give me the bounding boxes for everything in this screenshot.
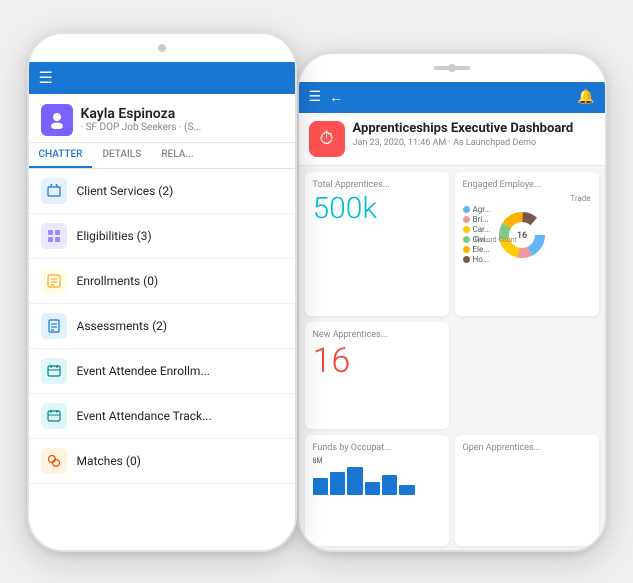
tab-chatter[interactable]: CHATTER xyxy=(29,143,93,168)
funds-card: Funds by Occupat... 8M xyxy=(305,435,449,546)
dashboard-subtitle: Jan 23, 2020, 11:46 AM · As Launchpad De… xyxy=(353,138,574,148)
crm-header: ☰ xyxy=(29,62,295,94)
funds-chart: 8M xyxy=(313,457,441,495)
funds-bar-row: 8M xyxy=(313,457,441,465)
legend-dot-2 xyxy=(463,226,470,233)
legend-dot-0 xyxy=(463,206,470,213)
legend-dot-5 xyxy=(463,256,470,263)
engaged-title: Engaged Employe... xyxy=(463,180,591,190)
phone-top-bar-back xyxy=(299,54,605,82)
legend-dot-4 xyxy=(463,246,470,253)
legend-label-2: Car... xyxy=(473,225,491,234)
open-apprentices-card: Open Apprentices... xyxy=(455,435,599,546)
tab-related[interactable]: RELA... xyxy=(151,143,203,168)
dashboard-phone: ☰ ← 🔔 ⏱ Apprenticeships Executive Dashbo… xyxy=(297,52,607,552)
profile-name: Kayla Espinoza xyxy=(81,106,202,122)
list-item[interactable]: Matches (0) xyxy=(29,439,295,484)
legend-label-1: Bri... xyxy=(473,215,489,224)
client-services-icon xyxy=(41,178,67,204)
list-item[interactable]: Event Attendance Track... xyxy=(29,394,295,439)
legend-label-0: Agr... xyxy=(473,205,491,214)
total-apprentices-card: Total Apprentices... 500k xyxy=(305,172,449,316)
legend-item-0: Agr... xyxy=(463,205,492,214)
hamburger-icon-front[interactable]: ☰ xyxy=(39,70,53,86)
legend-label-4: Ele... xyxy=(473,245,490,254)
dashboard-header-left: ☰ ← xyxy=(309,89,344,106)
matches-icon xyxy=(41,448,67,474)
svg-text:16: 16 xyxy=(517,231,527,241)
new-apprentices-value: 16 xyxy=(313,344,441,378)
avatar xyxy=(41,104,73,136)
list-item[interactable]: Enrollments (0) xyxy=(29,259,295,304)
avatar-icon xyxy=(48,111,66,129)
phone-top-bar-front xyxy=(29,34,295,62)
event-attendee-icon xyxy=(41,358,67,384)
menu-list: Client Services (2) Eligibilities (3) En… xyxy=(29,169,295,484)
event-attendance-label: Event Attendance Track... xyxy=(77,409,212,423)
donut-svg: 16 xyxy=(496,209,548,261)
legend-dot-1 xyxy=(463,216,470,223)
total-apprentices-title: Total Apprentices... xyxy=(313,180,441,190)
list-item[interactable]: Eligibilities (3) xyxy=(29,214,295,259)
dashboard-title-text: Apprenticeships Executive Dashboard Jan … xyxy=(353,121,574,149)
camera-dot-front xyxy=(158,44,166,52)
new-apprentices-card: New Apprentices... 16 xyxy=(305,322,449,429)
new-apprentices-title: New Apprentices... xyxy=(313,330,441,340)
dashboard-header: ☰ ← 🔔 xyxy=(299,82,605,113)
back-icon[interactable]: ← xyxy=(329,89,343,106)
assessments-label: Assessments (2) xyxy=(77,319,168,333)
dashboard-title: Apprenticeships Executive Dashboard xyxy=(353,121,574,137)
trade-label: Trade xyxy=(463,194,591,203)
dashboard-content: Total Apprentices... 500k Engaged Employ… xyxy=(299,166,605,552)
list-item[interactable]: Client Services (2) xyxy=(29,169,295,214)
client-services-label: Client Services (2) xyxy=(77,184,174,198)
crm-phone: ☰ Kayla Espinoza · SF DOP Job Seekers · … xyxy=(27,32,297,552)
scene: ☰ ← 🔔 ⏱ Apprenticeships Executive Dashbo… xyxy=(27,12,607,572)
open-title: Open Apprentices... xyxy=(463,443,591,453)
app-icon-symbol: ⏱ xyxy=(319,128,333,149)
legend-label-5: Ho... xyxy=(473,255,490,264)
matches-label: Matches (0) xyxy=(77,454,141,468)
list-item[interactable]: Event Attendee Enrollm... xyxy=(29,349,295,394)
eligibilities-label: Eligibilities (3) xyxy=(77,229,152,243)
engaged-employers-card: Engaged Employe... Trade Agr... Bri... xyxy=(455,172,599,316)
eligibilities-icon xyxy=(41,223,67,249)
profile-info: Kayla Espinoza · SF DOP Job Seekers · (S… xyxy=(81,106,202,133)
event-attendee-label: Event Attendee Enrollm... xyxy=(77,364,210,378)
profile-section: Kayla Espinoza · SF DOP Job Seekers · (S… xyxy=(29,94,295,143)
assessments-icon xyxy=(41,313,67,339)
legend-dot-3 xyxy=(463,236,470,243)
funds-bar-label: 8M xyxy=(313,457,323,465)
tab-details[interactable]: DETAILS xyxy=(92,143,151,168)
legend-list: Agr... Bri... Car... Civi... xyxy=(463,205,492,265)
enrollments-label: Enrollments (0) xyxy=(77,274,159,288)
funds-title: Funds by Occupat... xyxy=(313,443,441,453)
dashboard-title-row: ⏱ Apprenticeships Executive Dashboard Ja… xyxy=(299,113,605,166)
legend-item-4: Ele... xyxy=(463,245,492,254)
enrollments-icon xyxy=(41,268,67,294)
total-apprentices-value: 500k xyxy=(313,194,441,224)
bell-icon[interactable]: 🔔 xyxy=(577,89,594,105)
event-attendance-icon xyxy=(41,403,67,429)
list-item[interactable]: Assessments (2) xyxy=(29,304,295,349)
app-icon: ⏱ xyxy=(309,121,345,157)
profile-sub: · SF DOP Job Seekers · (S... xyxy=(81,122,202,133)
record-count-label: Record Count xyxy=(475,236,517,244)
legend-item-5: Ho... xyxy=(463,255,492,264)
tabs-bar: CHATTER DETAILS RELA... xyxy=(29,143,295,169)
hamburger-icon[interactable]: ☰ xyxy=(309,89,322,105)
legend-item-2: Car... xyxy=(463,225,492,234)
legend-item-1: Bri... xyxy=(463,215,492,224)
donut-chart: Record Count 16 xyxy=(496,209,548,261)
